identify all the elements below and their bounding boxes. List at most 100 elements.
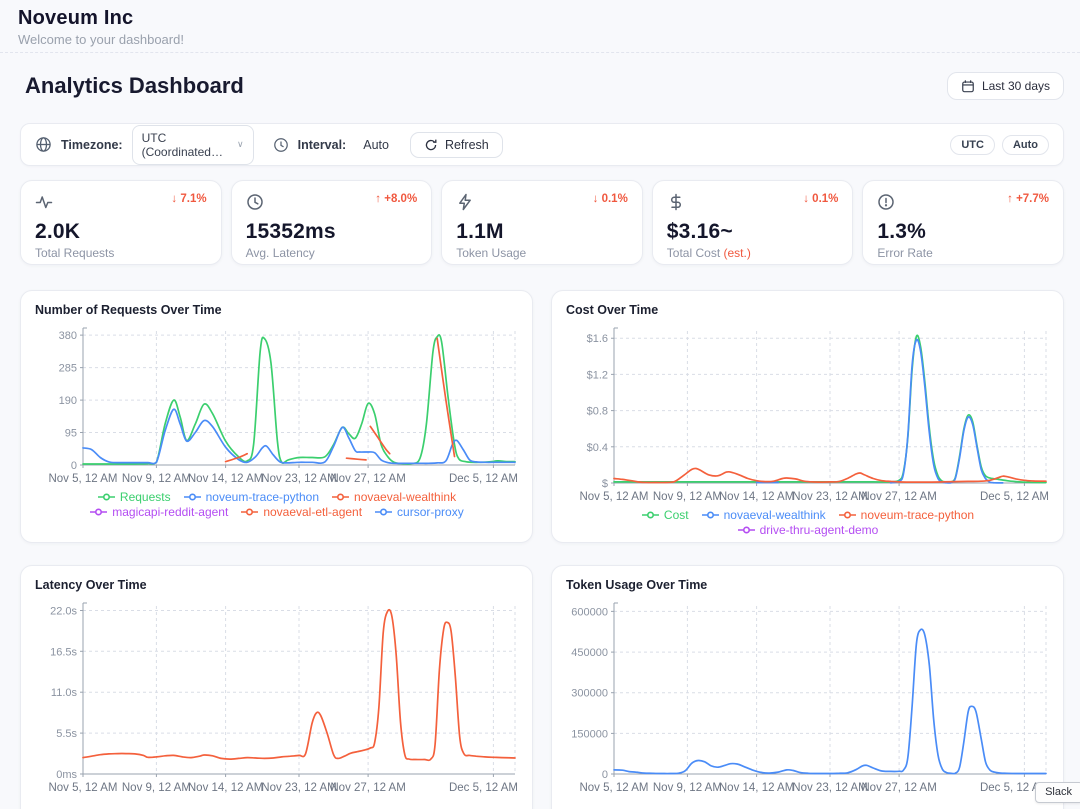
- refresh-label: Refresh: [445, 138, 489, 152]
- toolbar: Timezone: UTC (Coordinated… ∨ Interval: …: [20, 123, 1064, 166]
- svg-text:16.5s: 16.5s: [50, 646, 77, 658]
- svg-text:Nov 9, 12 AM: Nov 9, 12 AM: [653, 491, 722, 503]
- chart-title: Token Usage Over Time: [566, 578, 1049, 592]
- date-range-button[interactable]: Last 30 days: [947, 72, 1064, 100]
- legend-item[interactable]: cursor-proxy: [374, 505, 464, 519]
- chart-legend: Requests noveum-trace-python novaeval-weal…: [35, 490, 518, 519]
- chart-card-tokens: Token Usage Over Time 015000030000045000…: [551, 565, 1064, 809]
- svg-text:Nov 9, 12 AM: Nov 9, 12 AM: [122, 782, 191, 794]
- svg-text:0: 0: [602, 769, 608, 781]
- svg-text:11.0s: 11.0s: [51, 687, 78, 699]
- svg-text:Nov 14, 12 AM: Nov 14, 12 AM: [188, 473, 263, 485]
- legend-item[interactable]: Requests: [97, 490, 171, 504]
- interval-label: Interval:: [298, 138, 347, 152]
- delta-badge: ↑ +7.7%: [1007, 193, 1049, 205]
- timezone-select[interactable]: UTC (Coordinated… ∨: [132, 125, 254, 165]
- delta-badge: ↓ 0.1%: [593, 193, 628, 205]
- stat-card-error-rate: ↑ +7.7% 1.3% Error Rate: [862, 180, 1064, 265]
- stat-value: 15352ms: [246, 220, 418, 244]
- svg-text:Dec 5, 12 AM: Dec 5, 12 AM: [449, 782, 518, 794]
- refresh-button[interactable]: Refresh: [410, 132, 503, 158]
- stat-label: Total Cost (est.): [667, 246, 839, 260]
- svg-text:Nov 5, 12 AM: Nov 5, 12 AM: [48, 782, 117, 794]
- charts-grid: Number of Requests Over Time 09519028538…: [20, 290, 1064, 809]
- interval-value: Auto: [363, 138, 389, 152]
- legend-marker-icon: [89, 507, 108, 517]
- chart-card-requests: Number of Requests Over Time 09519028538…: [20, 290, 533, 543]
- legend-item[interactable]: noveum-trace-python: [183, 490, 319, 504]
- delta-badge: ↓ 7.1%: [171, 193, 206, 205]
- stat-card-avg-latency: ↑ +8.0% 15352ms Avg. Latency: [231, 180, 433, 265]
- svg-text:150000: 150000: [571, 728, 608, 740]
- globe-icon: [35, 136, 52, 153]
- activity-icon: [35, 193, 53, 216]
- svg-text:Nov 23, 12 AM: Nov 23, 12 AM: [792, 491, 867, 503]
- svg-text:285: 285: [59, 363, 77, 375]
- svg-text:Nov 23, 12 AM: Nov 23, 12 AM: [792, 782, 867, 794]
- legend-item[interactable]: Cost: [641, 508, 689, 522]
- legend-item[interactable]: noveum-trace-python: [838, 508, 974, 522]
- toolbar-badges: UTC Auto: [950, 135, 1049, 155]
- stat-value: 2.0K: [35, 220, 207, 244]
- svg-text:190: 190: [59, 395, 77, 407]
- alert-circle-icon: [877, 193, 895, 216]
- legend-marker-icon: [240, 507, 259, 517]
- chevron-down-icon: ∨: [237, 139, 244, 150]
- auto-badge: Auto: [1002, 135, 1049, 155]
- legend-marker-icon: [97, 492, 116, 502]
- legend-item[interactable]: novaeval-etl-agent: [240, 505, 362, 519]
- svg-text:$1.6: $1.6: [587, 333, 608, 345]
- svg-text:Nov 14, 12 AM: Nov 14, 12 AM: [719, 782, 794, 794]
- svg-text:$0.4: $0.4: [587, 442, 608, 454]
- svg-text:Nov 9, 12 AM: Nov 9, 12 AM: [653, 782, 722, 794]
- legend-marker-icon: [737, 525, 756, 535]
- chart-canvas-latency[interactable]: 0ms5.5s11.0s16.5s22.0sNov 5, 12 AMNov 9,…: [35, 596, 520, 796]
- legend-item[interactable]: novaeval-wealthink: [331, 490, 456, 504]
- svg-text:Dec 5, 12 AM: Dec 5, 12 AM: [449, 473, 518, 485]
- svg-text:$: $: [602, 478, 608, 490]
- svg-text:0: 0: [71, 460, 77, 472]
- legend-item[interactable]: drive-thru-agent-demo: [737, 523, 879, 537]
- svg-text:Nov 27, 12 AM: Nov 27, 12 AM: [861, 491, 936, 503]
- utc-badge: UTC: [950, 135, 995, 155]
- chart-title: Latency Over Time: [35, 578, 518, 592]
- clock-icon: [246, 193, 264, 216]
- legend-item[interactable]: novaeval-wealthink: [701, 508, 826, 522]
- calendar-icon: [961, 79, 975, 93]
- legend-marker-icon: [838, 510, 857, 520]
- legend-item[interactable]: magicapi-reddit-agent: [89, 505, 228, 519]
- chart-canvas-tokens[interactable]: 0150000300000450000600000Nov 5, 12 AMNov…: [566, 596, 1051, 796]
- stat-label: Error Rate: [877, 246, 1049, 260]
- stats-row: ↓ 7.1% 2.0K Total Requests ↑ +8.0% 15352…: [20, 180, 1064, 265]
- chart-canvas-cost[interactable]: $$0.4$0.8$1.2$1.6Nov 5, 12 AMNov 9, 12 A…: [566, 321, 1051, 505]
- stat-label: Total Requests: [35, 246, 207, 260]
- welcome-text: Welcome to your dashboard!: [18, 32, 1080, 47]
- svg-text:Nov 5, 12 AM: Nov 5, 12 AM: [579, 782, 648, 794]
- legend-marker-icon: [641, 510, 660, 520]
- legend-marker-icon: [374, 507, 393, 517]
- date-range-label: Last 30 days: [982, 79, 1050, 93]
- svg-text:Nov 9, 12 AM: Nov 9, 12 AM: [122, 473, 191, 485]
- company-name: Noveum Inc: [18, 7, 1080, 30]
- legend-marker-icon: [183, 492, 202, 502]
- stat-card-total-requests: ↓ 7.1% 2.0K Total Requests: [20, 180, 222, 265]
- stat-value: $3.16~: [667, 220, 839, 244]
- analytics-dashboard-app: Noveum Inc Welcome to your dashboard! An…: [0, 0, 1080, 809]
- legend-marker-icon: [331, 492, 350, 502]
- clock-icon: [273, 137, 289, 153]
- svg-text:22.0s: 22.0s: [50, 606, 77, 618]
- stat-value: 1.3%: [877, 220, 1049, 244]
- chart-title: Number of Requests Over Time: [35, 303, 518, 317]
- svg-text:5.5s: 5.5s: [56, 728, 77, 740]
- timezone-value: UTC (Coordinated…: [142, 131, 233, 159]
- chart-canvas-requests[interactable]: 095190285380Nov 5, 12 AMNov 9, 12 AMNov …: [35, 321, 520, 487]
- dollar-icon: [667, 193, 685, 216]
- svg-text:Nov 27, 12 AM: Nov 27, 12 AM: [330, 473, 405, 485]
- delta-badge: ↓ 0.1%: [803, 193, 838, 205]
- svg-text:Nov 23, 12 AM: Nov 23, 12 AM: [261, 473, 336, 485]
- svg-text:300000: 300000: [571, 688, 608, 700]
- delta-badge: ↑ +8.0%: [375, 193, 417, 205]
- chart-card-cost: Cost Over Time $$0.4$0.8$1.2$1.6Nov 5, 1…: [551, 290, 1064, 543]
- svg-text:Dec 5, 12 AM: Dec 5, 12 AM: [980, 491, 1049, 503]
- stat-label: Avg. Latency: [246, 246, 418, 260]
